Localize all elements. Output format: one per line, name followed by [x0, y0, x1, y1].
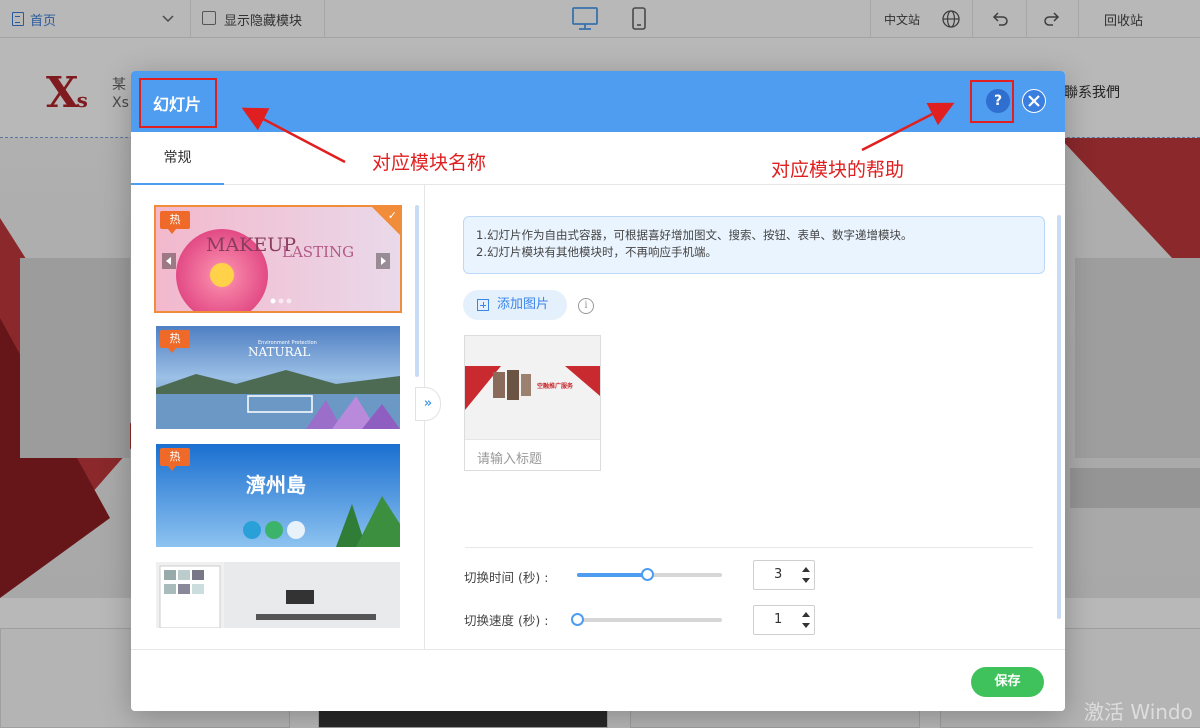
switch-time-slider-fill [577, 573, 647, 577]
dialog-tabs: 常规 [131, 132, 1065, 185]
save-button[interactable]: 保存 [971, 667, 1044, 697]
plus-icon [477, 299, 489, 311]
check-icon: ✓ [387, 209, 397, 222]
switch-time-slider[interactable] [577, 568, 722, 581]
thumbnail-text-2: Environment Protection [258, 340, 317, 346]
template-thumbnail-natural[interactable]: NATURAL Environment Protection 热 [154, 324, 402, 431]
thumbnail-text-1: 濟州島 [246, 473, 306, 497]
template-preview [156, 562, 400, 628]
stepper-down-icon[interactable] [802, 623, 810, 628]
add-image-label: 添加图片 [497, 297, 550, 312]
stepper-down-icon[interactable] [802, 578, 810, 583]
slide-image-preview[interactable]: 空融推广服务 [465, 336, 600, 440]
info-icon[interactable]: i [578, 298, 594, 314]
hot-badge: 热 [160, 211, 190, 234]
close-icon [1028, 95, 1040, 107]
close-button[interactable] [1022, 89, 1046, 113]
template-list-scrollbar[interactable] [415, 205, 419, 377]
thumbnail-text-2: LASTING [282, 243, 354, 261]
tab-general[interactable]: 常规 [131, 132, 224, 185]
annotation-box-title [139, 78, 217, 128]
thumbnail-text-1: NATURAL [248, 345, 310, 359]
switch-time-stepper[interactable]: 3 [753, 560, 815, 590]
annotation-box-help [970, 80, 1014, 123]
slide-image-card[interactable]: 空融推广服务 请输入标题 [464, 335, 601, 471]
template-preview: 濟州島 [156, 444, 400, 547]
slide-title-input[interactable]: 请输入标题 [477, 448, 542, 467]
stepper-up-icon[interactable] [802, 612, 810, 617]
switch-speed-stepper[interactable]: 1 [753, 605, 815, 635]
switch-speed-slider-handle[interactable] [571, 613, 584, 626]
switch-time-label: 切换时间 (秒) : [464, 570, 549, 585]
hot-badge: 热 [160, 448, 190, 471]
settings-divider [465, 547, 1033, 548]
windows-activation-watermark: 激活 Windo [1084, 700, 1193, 724]
switch-time-value: 3 [774, 567, 783, 582]
notice-line-1: 1.幻灯片作为自由式容器，可根据喜好增加图文、搜索、按钮、表单、数字递增模块。 [476, 228, 913, 242]
template-preview: MAKEUP LASTING [156, 207, 400, 311]
template-preview: NATURAL Environment Protection [156, 326, 400, 429]
switch-speed-value: 1 [774, 612, 783, 627]
slideshow-notice: 1.幻灯片作为自由式容器，可根据喜好增加图文、搜索、按钮、表单、数字递增模块。 … [463, 216, 1045, 274]
template-thumbnail-makeup[interactable]: MAKEUP LASTING 热 ✓ [154, 205, 402, 313]
switch-time-slider-handle[interactable] [641, 568, 654, 581]
dialog-footer: 保存 [131, 649, 1065, 711]
add-image-button[interactable]: 添加图片 [463, 290, 567, 320]
switch-speed-slider[interactable] [571, 613, 722, 626]
annotation-module-name: 对应模块名称 [372, 152, 487, 174]
template-thumbnail-jeju[interactable]: 濟州島 热 [154, 442, 402, 549]
slide-image-text: 空融推广服务 [537, 382, 574, 390]
hot-badge: 热 [160, 330, 190, 353]
template-list: MAKEUP LASTING 热 ✓ NATURAL Environment P… [131, 185, 425, 649]
switch-speed-label: 切换速度 (秒) : [464, 613, 549, 628]
settings-scrollbar[interactable] [1057, 215, 1061, 619]
dialog-header: 幻灯片 ? [131, 71, 1065, 132]
slideshow-settings-dialog: 幻灯片 ? 常规 MAKEUP LASTING 热 ✓ NATURAL Envi… [131, 71, 1065, 711]
settings-pane: 1.幻灯片作为自由式容器，可根据喜好增加图文、搜索、按钮、表单、数字递增模块。 … [425, 185, 1065, 649]
stepper-up-icon[interactable] [802, 567, 810, 572]
notice-line-2: 2.幻灯片模块有其他模块时，不再响应手机端。 [476, 245, 717, 259]
template-thumbnail-office[interactable] [154, 560, 402, 630]
annotation-module-help: 对应模块的帮助 [771, 159, 905, 181]
